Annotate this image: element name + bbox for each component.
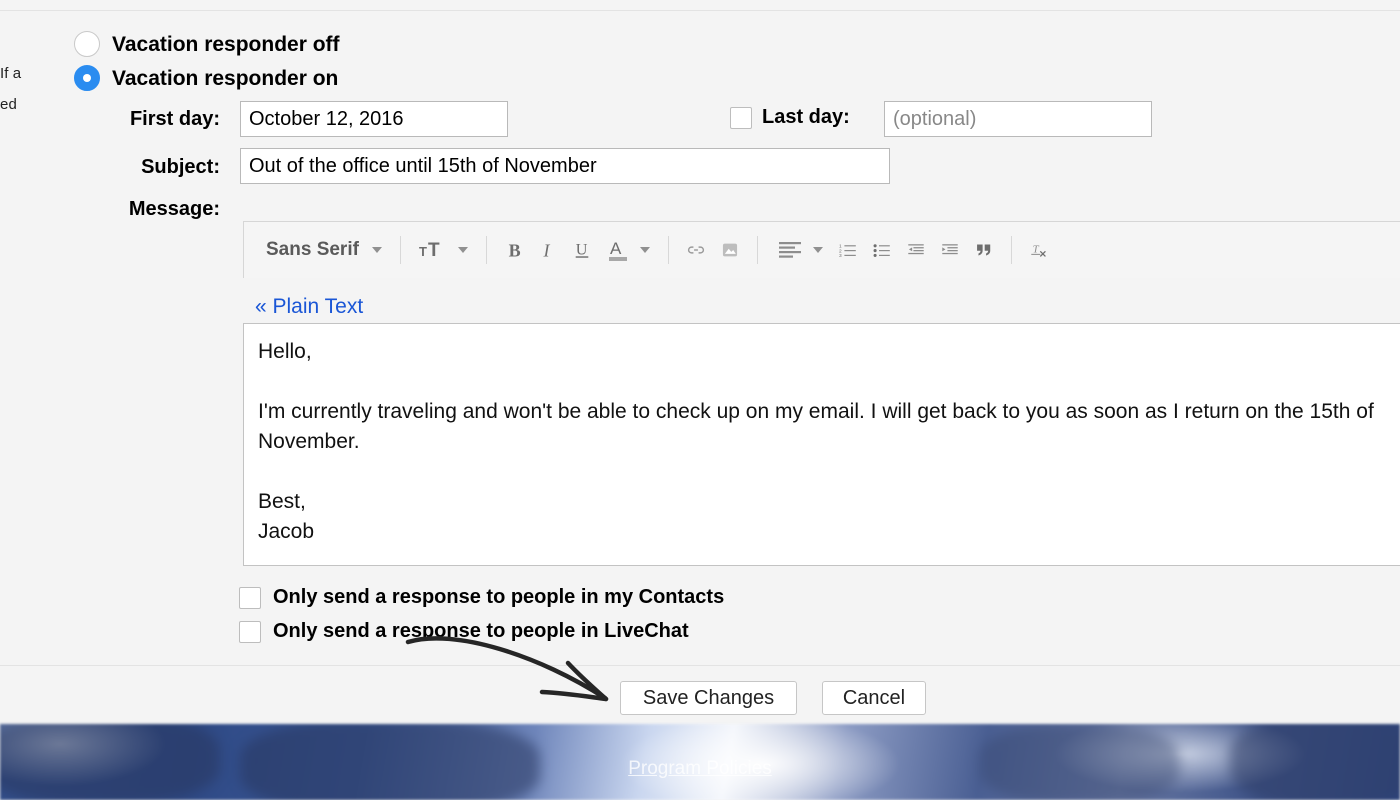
indent-more-button[interactable]	[933, 222, 967, 279]
indent-less-icon	[908, 244, 924, 255]
contacts-only-checkbox[interactable]	[239, 586, 261, 609]
livechat-only-label: Only send a response to people in LiveCh…	[273, 620, 689, 642]
livechat-only-checkbox[interactable]	[239, 620, 261, 643]
top-divider	[0, 10, 1400, 11]
last-day-checkbox[interactable]	[730, 106, 752, 129]
font-size-icon: T T	[419, 240, 440, 261]
svg-text:I: I	[542, 240, 550, 260]
sidebar-text-fragment-2: ed	[0, 96, 17, 113]
chevron-down-icon	[812, 247, 823, 253]
toolbar-divider	[485, 236, 487, 264]
chevron-down-icon	[639, 247, 650, 253]
editor-toolbar: Sans Serif T T B I U A 1 2 3 T	[243, 221, 1400, 278]
radio-vacation-responder-on[interactable]: Vacation responder on	[74, 65, 338, 91]
plain-text-link[interactable]: « Plain Text	[255, 295, 363, 319]
last-day-group[interactable]: Last day:	[730, 106, 850, 129]
option-livechat-only[interactable]: Only send a response to people in LiveCh…	[239, 620, 689, 643]
indent-less-button[interactable]	[899, 222, 933, 279]
underline-button[interactable]: U	[565, 222, 599, 279]
text-color-button[interactable]: A	[599, 222, 658, 279]
message-label: Message:	[128, 198, 220, 220]
font-family-selector[interactable]: Sans Serif	[258, 222, 390, 279]
remove-formatting-icon: T	[1031, 244, 1046, 257]
svg-text:T: T	[419, 244, 427, 259]
svg-text:U: U	[576, 241, 588, 259]
sidebar-text-fragment-1: If a	[0, 65, 22, 82]
numbered-list-button[interactable]: 1 2 3	[831, 222, 865, 279]
font-family-label: Sans Serif	[266, 239, 359, 260]
toolbar-divider	[667, 236, 669, 264]
radio-off-label: Vacation responder off	[112, 32, 340, 56]
remove-formatting-button[interactable]: T	[1022, 222, 1056, 279]
svg-text:T: T	[428, 240, 440, 261]
numbered-list-icon: 1 2 3	[839, 244, 856, 259]
bold-button[interactable]: B	[497, 222, 531, 279]
svg-text:3: 3	[839, 253, 842, 259]
toolbar-divider	[756, 236, 758, 264]
last-day-label: Last day:	[762, 106, 850, 128]
button-row-divider	[0, 665, 1400, 666]
first-day-input[interactable]: October 12, 2016	[240, 101, 508, 137]
italic-icon: I	[542, 240, 550, 260]
contacts-only-label: Only send a response to people in my Con…	[273, 586, 725, 608]
svg-text:A: A	[610, 239, 622, 258]
bulleted-list-icon	[873, 244, 890, 257]
program-policies-link[interactable]: Program Policies	[0, 758, 1400, 780]
chevron-down-icon	[371, 247, 382, 253]
first-day-label: First day:	[129, 108, 220, 130]
svg-text:B: B	[509, 240, 521, 260]
svg-text:1: 1	[839, 244, 842, 250]
svg-text:2: 2	[839, 248, 842, 254]
link-icon	[687, 246, 704, 254]
insert-image-button[interactable]	[713, 222, 747, 279]
quote-button[interactable]	[967, 222, 1001, 279]
radio-on-label: Vacation responder on	[112, 66, 339, 90]
cancel-button[interactable]: Cancel	[822, 681, 926, 715]
radio-vacation-responder-off[interactable]: Vacation responder off	[74, 31, 340, 57]
align-icon	[778, 242, 801, 258]
subject-input[interactable]: Out of the office until 15th of November	[240, 148, 890, 184]
bold-icon: B	[509, 240, 521, 260]
radio-off-indicator[interactable]	[74, 31, 100, 57]
toolbar-divider	[399, 236, 401, 264]
svg-text:T: T	[1033, 244, 1040, 256]
radio-on-indicator[interactable]	[74, 65, 100, 91]
option-contacts-only[interactable]: Only send a response to people in my Con…	[239, 586, 724, 609]
font-size-selector[interactable]: T T	[411, 222, 476, 279]
insert-image-icon	[722, 243, 738, 257]
save-changes-button[interactable]: Save Changes	[620, 681, 797, 715]
chevron-down-icon	[457, 247, 468, 253]
toolbar-divider	[1010, 236, 1012, 264]
underline-icon: U	[575, 241, 589, 259]
subject-label: Subject:	[141, 156, 220, 178]
insert-link-button[interactable]	[679, 222, 713, 279]
last-day-input[interactable]: (optional)	[884, 101, 1152, 137]
align-button[interactable]	[768, 222, 831, 279]
quote-icon	[977, 244, 991, 256]
message-body-text[interactable]: Hello, I'm currently traveling and won't…	[258, 337, 1400, 547]
vacation-responder-settings-page: If a ed Vacation responder off Vacation …	[0, 0, 1400, 800]
indent-more-icon	[942, 244, 958, 255]
bulleted-list-button[interactable]	[865, 222, 899, 279]
text-color-icon: A	[608, 239, 627, 261]
italic-button[interactable]: I	[531, 222, 565, 279]
